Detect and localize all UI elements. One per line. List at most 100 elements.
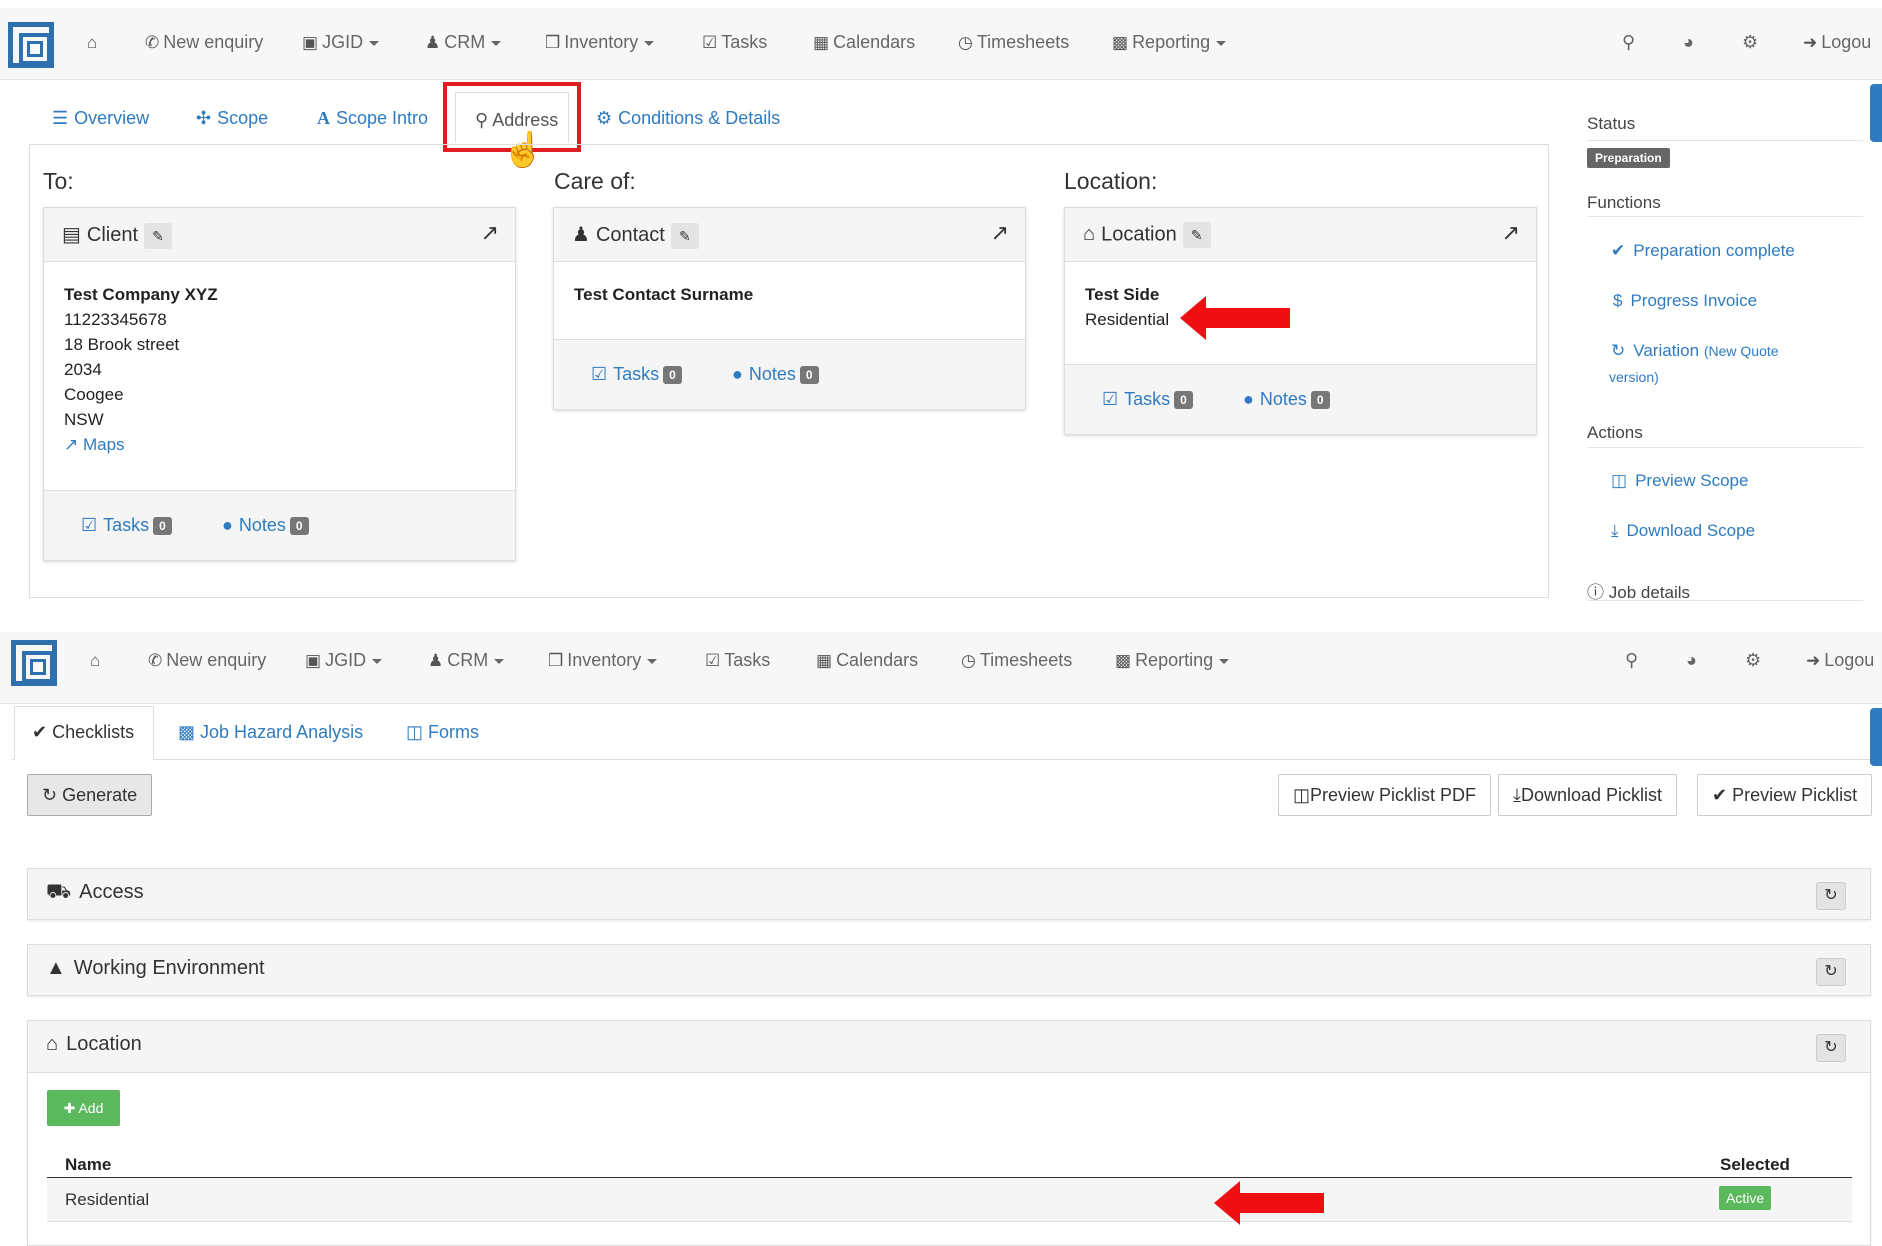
table-row[interactable]: Residential: [47, 1178, 1852, 1222]
comment-icon: ●: [222, 515, 233, 535]
side-toggle[interactable]: [1870, 708, 1882, 766]
nav-timesheets[interactable]: ◷ Timesheets: [961, 650, 1072, 671]
bar-chart-icon: ▩: [1112, 33, 1129, 52]
contact-tasks-link[interactable]: ☑ Tasks 0: [591, 364, 682, 385]
search-icon[interactable]: ⚲: [1625, 650, 1638, 671]
location-notes-link[interactable]: ● Notes 0: [1243, 389, 1330, 410]
tab-conditions[interactable]: ⚙ Conditions & Details: [596, 108, 780, 129]
logout-link[interactable]: ➜ Logou: [1806, 650, 1874, 671]
contact-card: ♟ Contact ✎ ↗ Test Contact Surname ☑ Tasks 0…: [553, 207, 1026, 410]
nav-tasks[interactable]: ☑ Tasks: [702, 32, 767, 53]
nav-new-enquiry[interactable]: ✆ New enquiry: [148, 650, 266, 671]
tab-forms[interactable]: ◫ Forms: [406, 722, 479, 743]
cubes-icon: ❒: [548, 651, 564, 670]
home-icon: ⌂: [1083, 223, 1096, 246]
location-card: ⌂ Location ✎ ↗ Test Side Residential ☑ Task…: [1064, 207, 1537, 435]
client-card: ▤ Client ✎ ↗ Test Company XYZ 11223345678 …: [43, 207, 516, 561]
external-link-icon[interactable]: ↗: [481, 220, 499, 246]
bar-chart-icon: ▩: [1115, 651, 1132, 670]
crosshair-icon: ✣: [196, 108, 212, 128]
gear-icon[interactable]: ⚙: [1745, 650, 1761, 671]
add-location-button[interactable]: ✚ Add: [47, 1090, 120, 1126]
nav-calendars[interactable]: ▦ Calendars: [813, 32, 915, 53]
tab-job-hazard-analysis[interactable]: ▩ Job Hazard Analysis: [178, 722, 363, 743]
care-of-title: Care of:: [554, 168, 636, 194]
edit-location-button[interactable]: ✎: [1182, 222, 1211, 248]
nav-jgid[interactable]: ▣ JGID: [305, 650, 383, 671]
download-picklist-button[interactable]: ⤓Download Picklist: [1498, 774, 1678, 816]
maps-link[interactable]: ↗ Maps: [64, 432, 495, 457]
globe-icon[interactable]: ◕: [1683, 32, 1694, 53]
user-icon: ♟: [572, 224, 590, 246]
nav-reporting[interactable]: ▩ Reporting: [1115, 650, 1230, 671]
client-notes-link[interactable]: ● Notes 0: [222, 515, 309, 536]
map-marker-icon: ⚲: [475, 110, 489, 130]
plus-icon: ✚: [63, 1100, 76, 1116]
home-icon[interactable]: ⌂: [90, 650, 104, 671]
nav-crm[interactable]: ♟ CRM: [425, 32, 502, 53]
client-suburb: Coogee: [64, 385, 124, 404]
home-icon[interactable]: ⌂: [87, 32, 101, 53]
contact-name: Test Contact Surname: [574, 285, 754, 304]
check-square-icon: ☑: [702, 33, 718, 52]
users-icon: ♟: [428, 651, 444, 670]
working-environment-section[interactable]: ▲ Working Environment ↻: [27, 944, 1871, 996]
contact-notes-link[interactable]: ● Notes 0: [732, 364, 819, 385]
search-icon[interactable]: ⚲: [1622, 32, 1635, 53]
check-square-icon: ☑: [81, 515, 98, 535]
external-link-icon[interactable]: ↗: [991, 220, 1009, 246]
preparation-complete-link[interactable]: ✔ Preparation complete: [1611, 241, 1795, 261]
client-name: Test Company XYZ: [64, 285, 218, 304]
client-tasks-link[interactable]: ☑ Tasks 0: [81, 515, 172, 536]
column-selected-header: Selected: [1720, 1155, 1790, 1174]
nav-calendars[interactable]: ▦ Calendars: [816, 650, 918, 671]
font-icon: A: [317, 108, 330, 128]
nav-reporting[interactable]: ▩ Reporting: [1112, 32, 1227, 53]
location-tasks-link[interactable]: ☑ Tasks 0: [1102, 389, 1193, 410]
logout-icon: ➜: [1806, 651, 1821, 670]
app-logo[interactable]: [8, 22, 54, 68]
gear-icon[interactable]: ⚙: [1742, 32, 1758, 53]
preview-scope-link[interactable]: ◫ Preview Scope: [1611, 471, 1748, 491]
tab-scope-intro[interactable]: A Scope Intro: [317, 108, 428, 129]
bottom-navbar: ⌂ ✆ New enquiry ▣ JGID ♟ CRM ❒ Inventory ☑ Ta…: [0, 632, 1882, 704]
refresh-location-button[interactable]: ↻: [1816, 1034, 1846, 1062]
edit-contact-button[interactable]: ✎: [670, 222, 699, 249]
nav-inventory[interactable]: ❒ Inventory: [548, 650, 658, 671]
side-toggle[interactable]: [1870, 84, 1882, 142]
refresh-access-button[interactable]: ↻: [1816, 882, 1846, 910]
nav-tasks[interactable]: ☑ Tasks: [705, 650, 770, 671]
tab-overview[interactable]: ☰ Overview: [52, 108, 149, 129]
nav-new-enquiry[interactable]: ✆ New enquiry: [145, 32, 263, 53]
download-scope-link[interactable]: ⤓ Download Scope: [1611, 521, 1755, 541]
preview-picklist-button[interactable]: ✔ Preview Picklist: [1697, 774, 1873, 816]
cogs-icon: ⚙: [596, 108, 613, 128]
nav-timesheets[interactable]: ◷ Timesheets: [958, 32, 1069, 53]
download-icon: ⤓: [1611, 521, 1619, 540]
variation-link[interactable]: ↻ Variation (New Quote: [1611, 341, 1779, 361]
edit-client-button[interactable]: ✎: [144, 222, 173, 249]
tab-scope[interactable]: ✣ Scope: [196, 108, 268, 129]
file-icon: ◫: [406, 722, 424, 742]
phone-icon: ✆: [145, 33, 160, 52]
red-arrow-annotation: [1214, 1181, 1324, 1225]
external-link-icon[interactable]: ↗: [1502, 220, 1520, 246]
check-icon: ✔: [1611, 241, 1626, 260]
logout-link[interactable]: ➜ Logou: [1803, 32, 1871, 53]
file-pdf-icon: ◫: [1611, 471, 1628, 490]
progress-invoice-link[interactable]: $ Progress Invoice: [1613, 291, 1757, 311]
refresh-icon: ↻: [42, 785, 58, 805]
nav-jgid[interactable]: ▣ JGID: [302, 32, 380, 53]
client-street: 18 Brook street: [64, 335, 180, 354]
globe-icon[interactable]: ◕: [1686, 650, 1697, 671]
generate-button[interactable]: ↻ Generate: [27, 774, 153, 816]
nav-crm[interactable]: ♟ CRM: [428, 650, 505, 671]
refresh-working-environment-button[interactable]: ↻: [1816, 958, 1846, 986]
app-logo[interactable]: [11, 640, 57, 686]
tab-checklists[interactable]: ✔ Checklists: [32, 722, 134, 743]
access-section[interactable]: ⛟ Access ↻: [27, 868, 1871, 920]
functions-heading: Functions: [1587, 193, 1661, 212]
preview-picklist-pdf-button[interactable]: ◫Preview Picklist PDF: [1278, 774, 1492, 816]
users-icon: ♟: [425, 33, 441, 52]
nav-inventory[interactable]: ❒ Inventory: [545, 32, 655, 53]
